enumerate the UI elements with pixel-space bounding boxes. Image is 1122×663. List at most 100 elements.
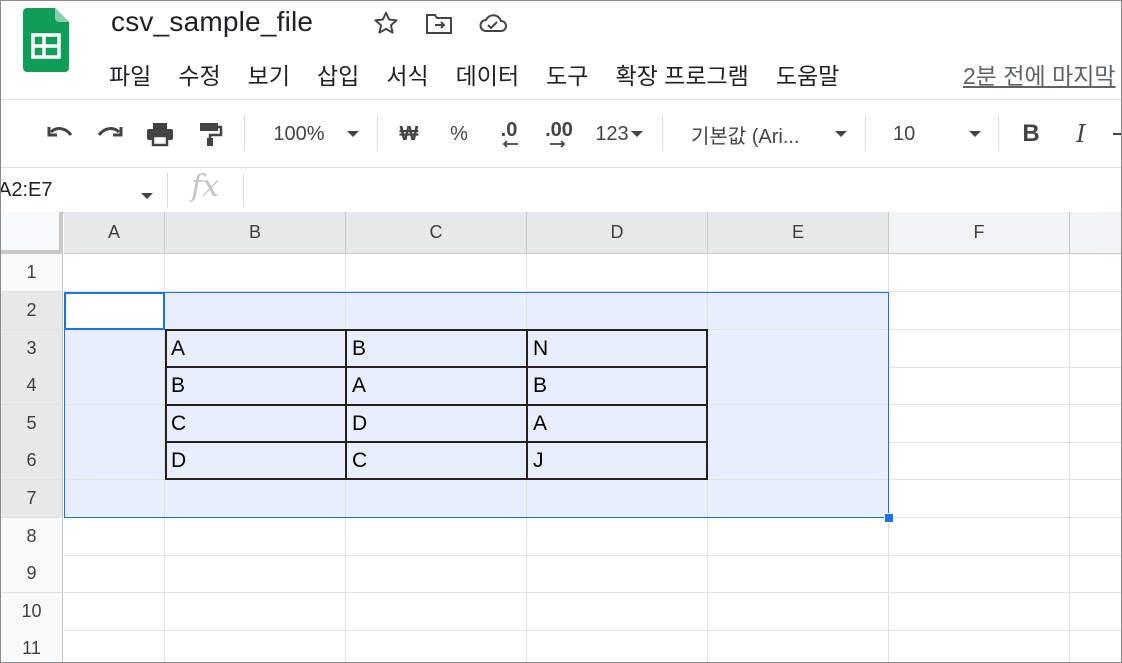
cell-a1[interactable] xyxy=(64,254,165,292)
cell-g5[interactable] xyxy=(1070,405,1121,443)
row-header-7[interactable]: 7 xyxy=(1,480,63,518)
paint-format-icon[interactable] xyxy=(195,119,225,149)
cell-g7[interactable] xyxy=(1070,480,1121,518)
select-all-corner[interactable] xyxy=(1,212,63,254)
column-header-c[interactable]: C xyxy=(346,212,527,254)
cloud-saved-icon[interactable] xyxy=(478,9,508,37)
cell-d10[interactable] xyxy=(527,593,708,631)
cell-f2[interactable] xyxy=(889,292,1070,330)
row-header-11[interactable]: 11 xyxy=(1,630,63,662)
cell-e1[interactable] xyxy=(708,254,889,292)
document-title[interactable]: csv_sample_file xyxy=(111,6,313,38)
cell-b7[interactable] xyxy=(165,480,346,518)
italic-button[interactable]: I xyxy=(1067,119,1095,149)
fill-handle[interactable] xyxy=(884,513,894,523)
cell-a7[interactable] xyxy=(64,480,165,518)
cell-c5[interactable]: D xyxy=(346,405,527,443)
cell-e5[interactable] xyxy=(708,405,889,443)
undo-icon[interactable] xyxy=(43,119,77,149)
cell-c7[interactable] xyxy=(346,480,527,518)
cell-b2[interactable] xyxy=(165,292,346,330)
cell-f6[interactable] xyxy=(889,442,1070,480)
menu-insert[interactable]: 삽입 xyxy=(317,57,359,91)
star-icon[interactable] xyxy=(371,9,401,37)
cell-c1[interactable] xyxy=(346,254,527,292)
more-tools-icon[interactable] xyxy=(1113,119,1121,149)
cell-e11[interactable] xyxy=(708,630,889,662)
cell-b10[interactable] xyxy=(165,593,346,631)
cell-c4[interactable]: A xyxy=(346,367,527,405)
cell-f8[interactable] xyxy=(889,518,1070,556)
font-dropdown-icon[interactable] xyxy=(833,119,849,149)
column-header-b[interactable]: B xyxy=(165,212,346,254)
menu-extensions[interactable]: 확장 프로그램 xyxy=(615,57,748,91)
cell-g10[interactable] xyxy=(1070,593,1121,631)
cell-e6[interactable] xyxy=(708,442,889,480)
cell-f11[interactable] xyxy=(889,630,1070,662)
menu-file[interactable]: 파일 xyxy=(109,57,151,91)
row-header-2[interactable]: 2 xyxy=(1,292,63,330)
font-size-dropdown-icon[interactable] xyxy=(967,119,983,149)
row-header-8[interactable]: 8 xyxy=(1,518,63,556)
increase-decimal-button[interactable]: .00 xyxy=(537,119,581,149)
cell-e9[interactable] xyxy=(708,555,889,593)
cell-a5[interactable] xyxy=(64,405,165,443)
cell-d8[interactable] xyxy=(527,518,708,556)
cell-c11[interactable] xyxy=(346,630,527,662)
row-header-9[interactable]: 9 xyxy=(1,555,63,593)
row-header-4[interactable]: 4 xyxy=(1,367,63,405)
row-header-6[interactable]: 6 xyxy=(1,442,63,480)
decrease-decimal-button[interactable]: .0 xyxy=(491,119,527,149)
percent-format-button[interactable]: % xyxy=(447,119,471,149)
cell-a8[interactable] xyxy=(64,518,165,556)
column-header-e[interactable]: E xyxy=(708,212,889,254)
cell-e2[interactable] xyxy=(708,292,889,330)
cell-d2[interactable] xyxy=(527,292,708,330)
cell-e3[interactable] xyxy=(708,330,889,368)
zoom-dropdown-icon[interactable] xyxy=(345,119,361,149)
number-format-button[interactable]: 123 xyxy=(591,119,647,149)
font-size-select[interactable]: 10 xyxy=(893,119,923,149)
row-header-10[interactable]: 10 xyxy=(1,593,63,631)
cell-f9[interactable] xyxy=(889,555,1070,593)
bold-button[interactable]: B xyxy=(1017,119,1045,149)
redo-icon[interactable] xyxy=(93,119,127,149)
cell-e4[interactable] xyxy=(708,367,889,405)
cell-c8[interactable] xyxy=(346,518,527,556)
cell-f3[interactable] xyxy=(889,330,1070,368)
cell-g9[interactable] xyxy=(1070,555,1121,593)
cell-g11[interactable] xyxy=(1070,630,1121,662)
cell-f1[interactable] xyxy=(889,254,1070,292)
cell-c2[interactable] xyxy=(346,292,527,330)
cell-b3[interactable]: A xyxy=(165,330,346,368)
name-box-dropdown-icon[interactable] xyxy=(139,181,155,211)
column-header-d[interactable]: D xyxy=(527,212,708,254)
cell-d1[interactable] xyxy=(527,254,708,292)
cell-d9[interactable] xyxy=(527,555,708,593)
column-header-overflow[interactable] xyxy=(1070,212,1121,254)
menu-help[interactable]: 도움말 xyxy=(776,57,839,91)
formula-input[interactable] xyxy=(253,173,1113,207)
cell-b1[interactable] xyxy=(165,254,346,292)
font-family-select[interactable]: 기본값 (Ari... xyxy=(691,119,821,149)
cell-b9[interactable] xyxy=(165,555,346,593)
cell-g6[interactable] xyxy=(1070,442,1121,480)
row-header-5[interactable]: 5 xyxy=(1,405,63,443)
cell-e7[interactable] xyxy=(708,480,889,518)
print-icon[interactable] xyxy=(143,119,177,149)
cell-e8[interactable] xyxy=(708,518,889,556)
menu-tools[interactable]: 도구 xyxy=(546,57,588,91)
cell-c6[interactable]: C xyxy=(346,442,527,480)
cell-b11[interactable] xyxy=(165,630,346,662)
column-header-f[interactable]: F xyxy=(889,212,1070,254)
cell-b5[interactable]: C xyxy=(165,405,346,443)
cell-g2[interactable] xyxy=(1070,292,1121,330)
active-cell-outline[interactable] xyxy=(64,292,165,330)
menu-format[interactable]: 서식 xyxy=(386,57,428,91)
cell-f10[interactable] xyxy=(889,593,1070,631)
cell-a10[interactable] xyxy=(64,593,165,631)
cell-d4[interactable]: B xyxy=(527,367,708,405)
cell-a6[interactable] xyxy=(64,442,165,480)
sheets-logo-icon[interactable] xyxy=(23,8,69,72)
cell-b8[interactable] xyxy=(165,518,346,556)
